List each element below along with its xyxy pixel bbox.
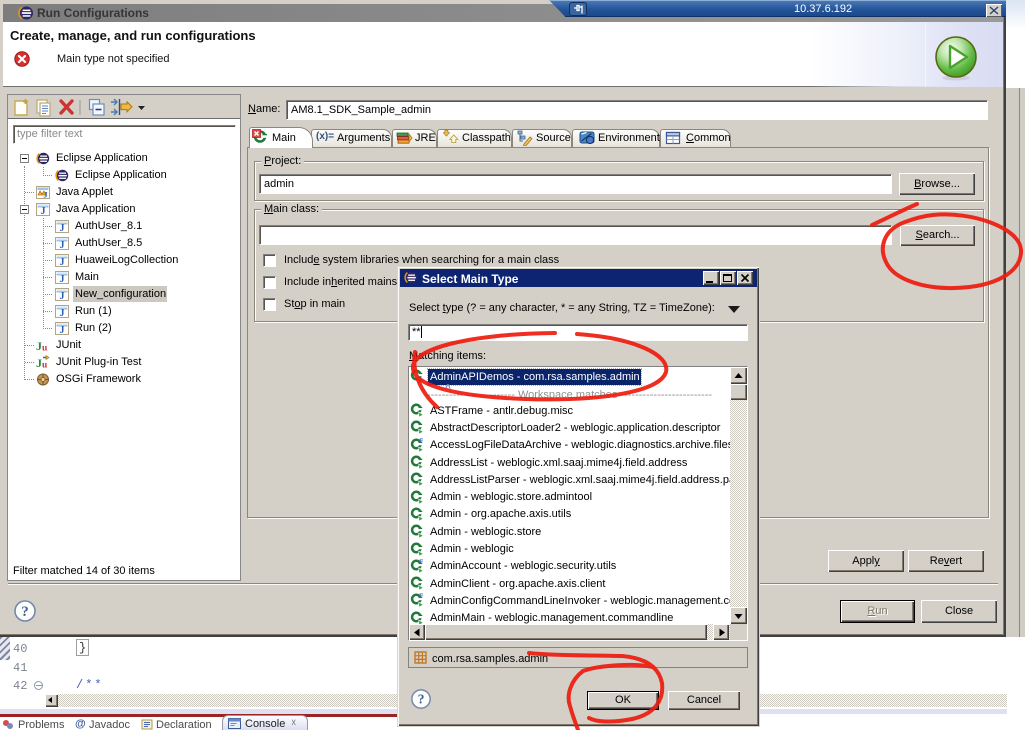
svg-text:?: ?	[418, 692, 425, 707]
svg-text:?: ?	[21, 604, 29, 620]
